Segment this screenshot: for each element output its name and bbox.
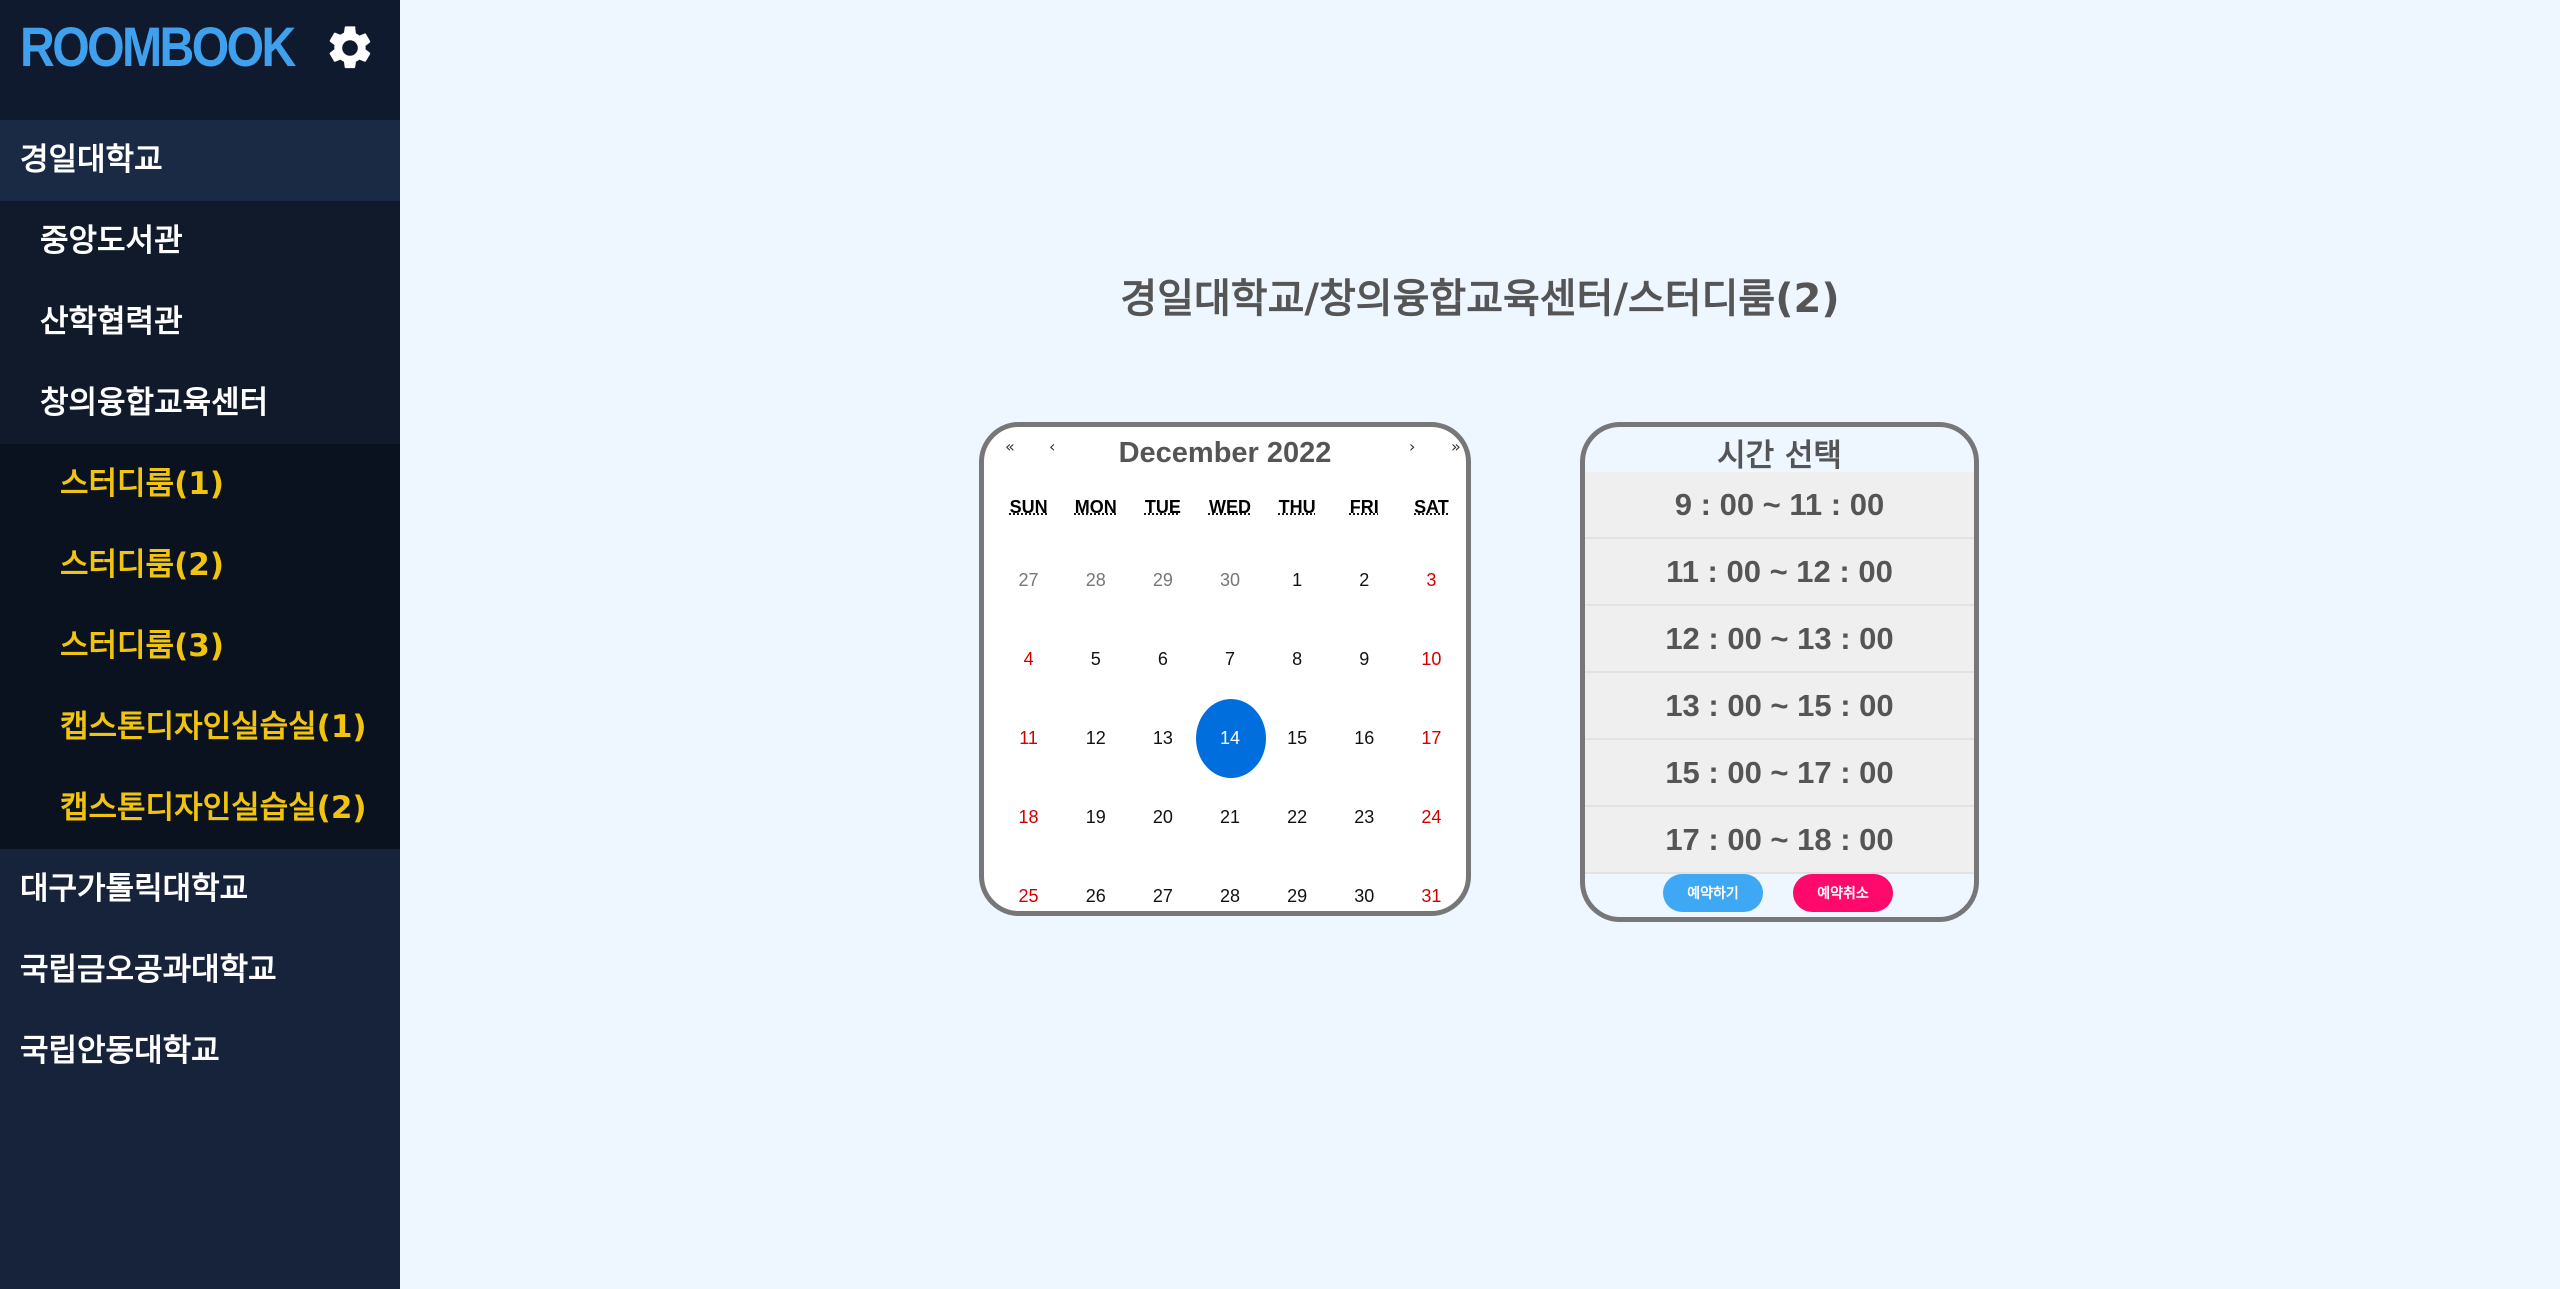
room-list: 스터디룸(1) 스터디룸(2) 스터디룸(3) 캡스톤디자인실습실(1) 캡스톤… [0, 444, 400, 849]
book-button[interactable]: 예약하기 [1663, 874, 1763, 912]
calendar-day[interactable]: 17 [1398, 699, 1465, 778]
calendar-day[interactable]: 7 [1196, 620, 1263, 699]
calendar-day[interactable]: 16 [1331, 699, 1398, 778]
sidebar-building-central-library[interactable]: 중앙도서관 [0, 201, 400, 282]
calendar-day[interactable]: 21 [1196, 778, 1263, 857]
calendar-month-label[interactable]: December 2022 [984, 437, 1466, 470]
weekday-header: SUN MON TUE WED THU FRI SAT [995, 497, 1465, 518]
sidebar-building-industry-cooperation[interactable]: 산학협력관 [0, 282, 400, 363]
calendar-day[interactable]: 27 [1129, 857, 1196, 911]
time-slot[interactable]: 11 : 00 ~ 12 : 00 [1585, 539, 1974, 606]
time-slot[interactable]: 15 : 00 ~ 17 : 00 [1585, 740, 1974, 807]
calendar-day[interactable]: 25 [995, 857, 1062, 911]
calendar-day[interactable]: 30 [1196, 541, 1263, 620]
time-slot[interactable]: 13 : 00 ~ 15 : 00 [1585, 673, 1974, 740]
brand-logo[interactable]: ROOMBOOK [20, 14, 296, 79]
calendar-day[interactable]: 28 [1196, 857, 1263, 911]
building-list: 중앙도서관 산학협력관 창의융합교육센터 스터디룸(1) 스터디룸(2) 스터디… [0, 201, 400, 849]
calendar-day-grid: 27 28 29 30 1 2 3 4 5 6 7 8 9 10 11 12 1… [995, 541, 1465, 911]
calendar-day[interactable]: 18 [995, 778, 1062, 857]
calendar-day[interactable]: 28 [1062, 541, 1129, 620]
calendar-day[interactable]: 12 [1062, 699, 1129, 778]
time-slot[interactable]: 17 : 00 ~ 18 : 00 [1585, 807, 1974, 874]
sidebar-university-kumoh[interactable]: 국립금오공과대학교 [0, 930, 400, 1011]
weekday-label: SUN [1009, 497, 1048, 517]
sidebar: ROOMBOOK 경일대학교 중앙도서관 산학협력관 창의융합교육센터 스터디룸… [0, 0, 400, 1289]
calendar-day[interactable]: 2 [1331, 541, 1398, 620]
calendar-day[interactable]: 6 [1129, 620, 1196, 699]
gear-icon[interactable] [324, 22, 376, 74]
weekday-label: THU [1278, 497, 1316, 517]
calendar-day[interactable]: 10 [1398, 620, 1465, 699]
time-slot[interactable]: 12 : 00 ~ 13 : 00 [1585, 606, 1974, 673]
calendar-day[interactable]: 29 [1264, 857, 1331, 911]
sidebar-university-catholic[interactable]: 대구가톨릭대학교 [0, 849, 400, 930]
calendar-day[interactable]: 3 [1398, 541, 1465, 620]
calendar-day[interactable]: 9 [1331, 620, 1398, 699]
calendar-day[interactable]: 19 [1062, 778, 1129, 857]
sidebar-university-andong[interactable]: 국립안동대학교 [0, 1011, 400, 1092]
time-slot-list: 9 : 00 ~ 11 : 00 11 : 00 ~ 12 : 00 12 : … [1585, 472, 1974, 874]
page-title: 경일대학교/창의융합교육센터/스터디룸(2) [1120, 276, 1840, 322]
calendar-day[interactable]: 31 [1398, 857, 1465, 911]
calendar-day[interactable]: 1 [1264, 541, 1331, 620]
calendar-week: 27 28 29 30 1 2 3 [995, 541, 1465, 620]
calendar-day[interactable]: 26 [1062, 857, 1129, 911]
calendar-day[interactable]: 30 [1331, 857, 1398, 911]
calendar-day[interactable]: 20 [1129, 778, 1196, 857]
weekday-label: TUE [1144, 497, 1181, 517]
sidebar-room-study-2[interactable]: 스터디룸(2) [0, 525, 400, 606]
calendar-day[interactable]: 11 [995, 699, 1062, 778]
sidebar-building-creative-convergence[interactable]: 창의융합교육센터 [0, 363, 400, 444]
calendar-day[interactable]: 15 [1264, 699, 1331, 778]
time-slot[interactable]: 9 : 00 ~ 11 : 00 [1585, 472, 1974, 539]
calendar-day[interactable]: 29 [1129, 541, 1196, 620]
calendar-day[interactable]: 8 [1264, 620, 1331, 699]
calendar-day[interactable]: 24 [1398, 778, 1465, 857]
time-select-title: 시간 선택 [1717, 438, 1842, 474]
sidebar-room-capstone-2[interactable]: 캡스톤디자인실습실(2) [0, 768, 400, 849]
calendar: « ‹ December 2022 › » SUN MON TUE WED TH… [979, 422, 1471, 916]
sidebar-room-study-1[interactable]: 스터디룸(1) [0, 444, 400, 525]
calendar-day[interactable]: 13 [1129, 699, 1196, 778]
sidebar-room-study-3[interactable]: 스터디룸(3) [0, 606, 400, 687]
header-bar: ROOMBOOK [0, 0, 400, 120]
calendar-day-selected[interactable]: 14 [1196, 699, 1267, 778]
weekday-label: SAT [1414, 497, 1449, 517]
sidebar-room-capstone-1[interactable]: 캡스톤디자인실습실(1) [0, 687, 400, 768]
weekday-label: MON [1074, 497, 1117, 517]
calendar-day[interactable]: 5 [1062, 620, 1129, 699]
calendar-week: 25 26 27 28 29 30 31 [995, 857, 1465, 911]
next-month-button[interactable]: › [1409, 437, 1415, 456]
calendar-day[interactable]: 4 [995, 620, 1062, 699]
calendar-day[interactable]: 23 [1331, 778, 1398, 857]
sidebar-university-kyungil[interactable]: 경일대학교 [0, 120, 400, 201]
calendar-day[interactable]: 22 [1264, 778, 1331, 857]
calendar-week: 11 12 13 14 15 16 17 [995, 699, 1465, 778]
calendar-week: 18 19 20 21 22 23 24 [995, 778, 1465, 857]
calendar-day[interactable]: 27 [995, 541, 1062, 620]
calendar-week: 4 5 6 7 8 9 10 [995, 620, 1465, 699]
time-select-panel: 시간 선택 9 : 00 ~ 11 : 00 11 : 00 ~ 12 : 00… [1580, 422, 1979, 922]
next-year-button[interactable]: » [1451, 437, 1461, 456]
cancel-booking-button[interactable]: 예약취소 [1793, 874, 1893, 912]
weekday-label: FRI [1349, 497, 1379, 517]
weekday-label: WED [1208, 497, 1251, 517]
